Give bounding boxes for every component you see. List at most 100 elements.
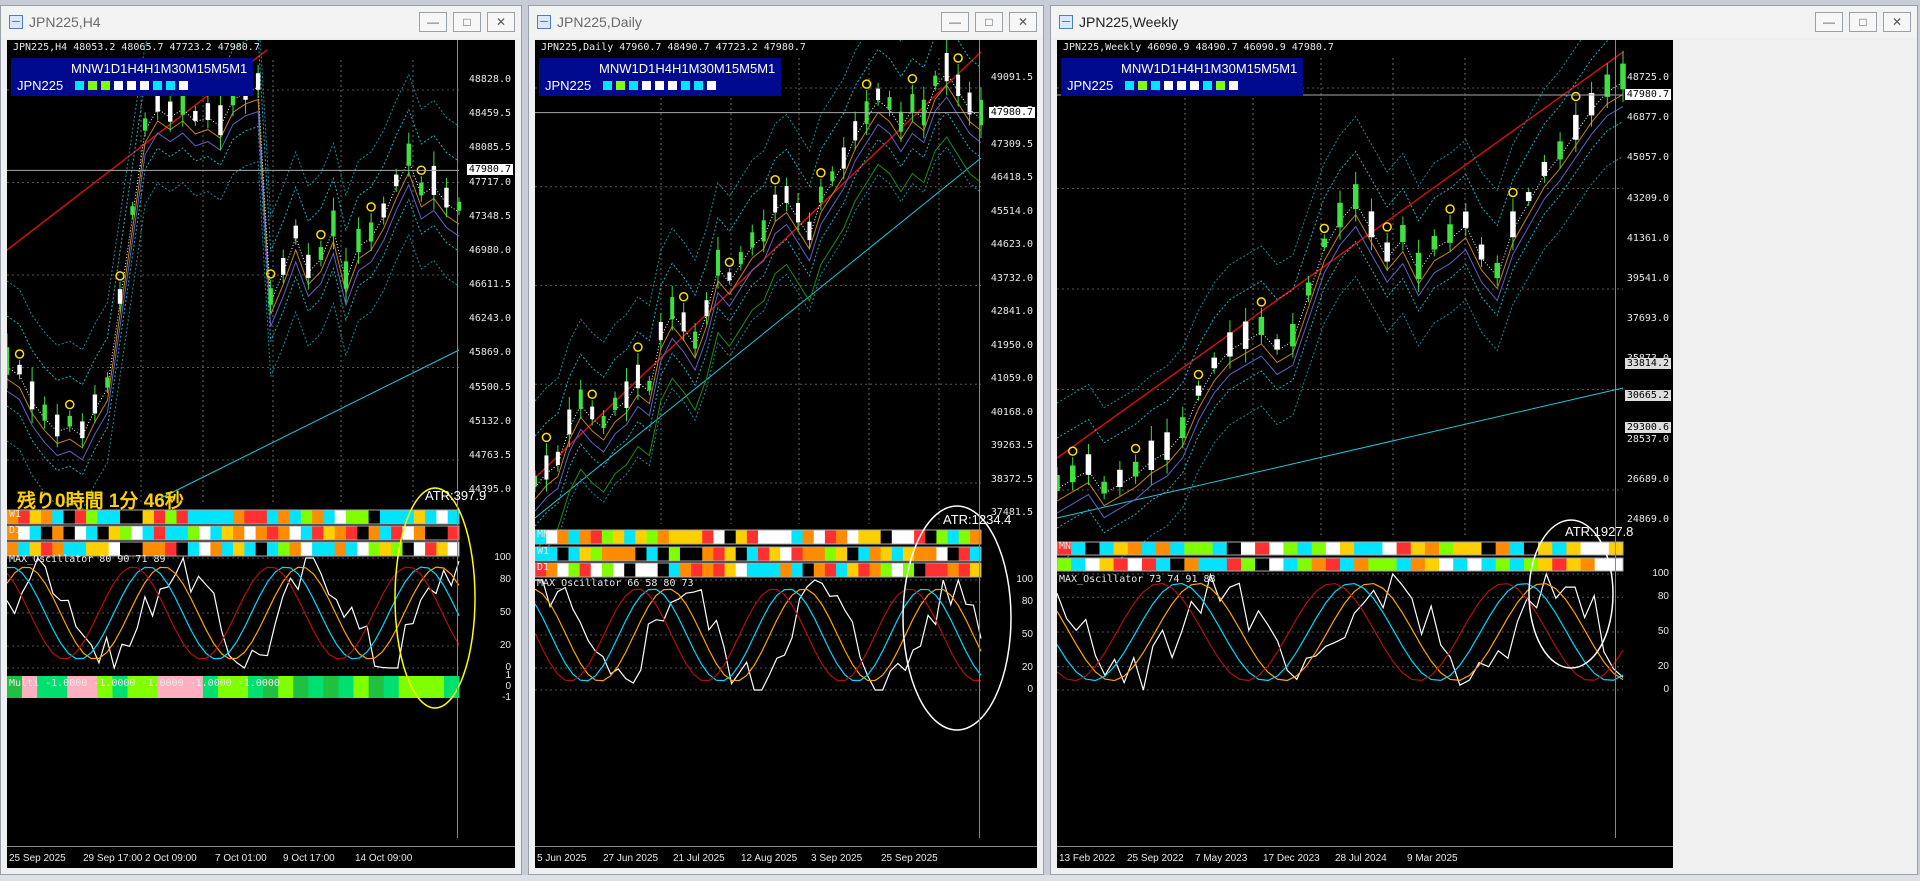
- indicator-bar-segment: [108, 526, 121, 540]
- chart-area[interactable]: JPN225,H4 48053.2 48065.7 47723.2 47980.…: [7, 40, 515, 868]
- indicator-bar-segment: [601, 547, 614, 561]
- indicator-bar-segment: [780, 547, 792, 561]
- indicator-bar-segment: [1580, 542, 1596, 555]
- indicator-bar-segment: [702, 563, 714, 577]
- oscillator-label: MAX_Oscillator 73 74 91 88: [1059, 574, 1216, 585]
- indicator-bar-segment: [936, 563, 949, 577]
- indicator-bar-segment: [557, 547, 569, 561]
- indicator-bar-segment: [691, 547, 703, 561]
- date-axis[interactable]: 5 Jun 2025 27 Jun 2025 21 Jul 2025 12 Aug 2…: [535, 846, 1037, 868]
- indicator-bar-segment: [1311, 542, 1327, 555]
- window-title: JPN225,Weekly: [1079, 14, 1179, 30]
- indicator-bar-segment: [413, 510, 426, 524]
- indicator-bar-segment: [176, 526, 189, 540]
- indicator-bar-segment: [402, 542, 415, 556]
- maximize-button[interactable]: □: [453, 12, 481, 32]
- price-axis[interactable]: 49091.548200.547309.546418.545514.044623…: [979, 40, 1037, 838]
- indicator-bar-segment: [413, 542, 426, 556]
- signal-circle: [770, 175, 780, 185]
- oscillator-label: MAX_Oscillator 80 90 71 89: [9, 554, 166, 565]
- indicator-bar-segment: [601, 563, 614, 577]
- candle-body: [55, 414, 60, 437]
- signal-circle: [953, 53, 963, 63]
- timeframe-square: [707, 81, 716, 90]
- indicator-bar-segment: [436, 510, 449, 524]
- candle-body: [601, 415, 606, 429]
- indicator-bar-segment: [557, 530, 569, 544]
- indicator-bar-segment: [131, 526, 144, 540]
- timeframe-square: [642, 81, 651, 90]
- candle-body: [693, 331, 698, 349]
- ohlc-readout: JPN225,Weekly 46090.9 48490.7 46090.9 47…: [1063, 42, 1334, 53]
- candle-body: [67, 415, 72, 427]
- timeframe-square: [75, 81, 84, 90]
- window-titlebar[interactable]: JPN225,H4 — □ ✕: [1, 6, 521, 38]
- indicator-bar-segment: [1481, 558, 1497, 571]
- indicator-bar-segment: [323, 526, 336, 540]
- chart-window-daily[interactable]: JPN225,Daily — □ ✕ JPN225,Daily 47960.7 …: [528, 5, 1044, 875]
- ohlc-readout: JPN225,H4 48053.2 48065.7 47723.2 47980.…: [13, 42, 260, 53]
- maximize-button[interactable]: □: [1849, 12, 1877, 32]
- candle-body: [193, 110, 198, 121]
- date-axis[interactable]: 13 Feb 2022 25 Sep 2022 7 May 2023 17 Dec 2…: [1057, 846, 1673, 868]
- band-line: [7, 125, 460, 476]
- window-titlebar[interactable]: JPN225,Daily — □ ✕: [529, 6, 1043, 38]
- indicator-bar-segment: [1566, 542, 1582, 555]
- indicator-bar-segment: [1085, 542, 1100, 555]
- indicator-bar-segment: [668, 530, 681, 544]
- date-axis-label: 5 Jun 2025: [537, 853, 587, 864]
- signal-circle: [1130, 443, 1141, 454]
- price-axis[interactable]: 48725.0 46877.0 45057.0 43209.0 41361.0 39541…: [1615, 40, 1673, 838]
- indicator-bar-segment: [425, 510, 437, 524]
- candle-body: [255, 73, 261, 90]
- minimize-button[interactable]: —: [1815, 12, 1843, 32]
- indicator-bar-segment: [199, 526, 211, 540]
- close-button[interactable]: ✕: [1883, 12, 1911, 32]
- candle-body: [1384, 242, 1390, 262]
- close-button[interactable]: ✕: [487, 12, 515, 32]
- indicator-bar-segment: [568, 530, 581, 544]
- indicator-bar-segment: [1269, 542, 1284, 555]
- indicator-bar-segment: [266, 510, 279, 524]
- oscillator-label: MAX_Oscillator 66 58 80 73: [537, 578, 694, 589]
- candle-body: [1541, 161, 1548, 176]
- price-axis[interactable]: 48828.0 48459.5 48085.5 47717.0 47348.5 46980…: [457, 40, 515, 838]
- candle-body: [205, 103, 211, 121]
- marked-price-label: 29300.6: [1624, 422, 1671, 433]
- minimize-button[interactable]: —: [419, 12, 447, 32]
- indicator-bar-segment: [657, 563, 670, 577]
- indicator-bar-segment: [1340, 542, 1355, 555]
- oscillator-tick-label: 20: [1021, 662, 1033, 673]
- indicator-bar-segment: [679, 530, 692, 544]
- indicator-bar-segment: [1198, 542, 1214, 555]
- indicator-bar-segment: [278, 542, 290, 556]
- date-axis[interactable]: 25 Sep 2025 29 Sep 17:00 2 Oct 09:00 7 Oct …: [7, 846, 515, 868]
- price-axis-label: 49091.5: [990, 72, 1033, 83]
- chart-window-h4[interactable]: JPN225,H4 — □ ✕ JPN225,H4 48053.2 48065.…: [0, 5, 522, 875]
- chart-area[interactable]: JPN225,Daily 47960.7 48490.7 47723.2 479…: [535, 40, 1037, 868]
- indicator-bar-segment: [613, 547, 625, 561]
- minimize-button[interactable]: —: [941, 12, 969, 32]
- ohlc-readout: JPN225,Daily 47960.7 48490.7 47723.2 479…: [541, 42, 806, 53]
- close-button[interactable]: ✕: [1009, 12, 1037, 32]
- indicator-bar-segment: [746, 547, 759, 561]
- indicator-bar-segment: [379, 526, 392, 540]
- candle-body: [1525, 192, 1532, 202]
- indicator-bar-segment: [791, 547, 804, 561]
- timeframe-squares: [603, 77, 720, 94]
- candle-body: [29, 381, 35, 410]
- indicator-bar-segment: [869, 563, 882, 577]
- indicator-bar-segment: [323, 510, 336, 524]
- current-price-label: 47980.7: [466, 164, 513, 176]
- indicator-bar-segment: [601, 530, 614, 544]
- window-titlebar[interactable]: JPN225,Weekly — □ ✕: [1051, 6, 1917, 38]
- chart-window-weekly[interactable]: JPN225,Weekly — □ ✕ JPN225,Weekly 46090.…: [1050, 5, 1918, 875]
- candle-body: [1463, 211, 1469, 228]
- indicator-bar-segment: [713, 530, 726, 544]
- indicator-bar-segment: [880, 563, 893, 577]
- indicator-bar-segment: [379, 542, 392, 556]
- indicator-bar-segment: [334, 526, 347, 540]
- maximize-button[interactable]: □: [975, 12, 1003, 32]
- candle-body: [1069, 465, 1076, 483]
- chart-area[interactable]: JPN225,Weekly 46090.9 48490.7 46090.9 47…: [1057, 40, 1673, 868]
